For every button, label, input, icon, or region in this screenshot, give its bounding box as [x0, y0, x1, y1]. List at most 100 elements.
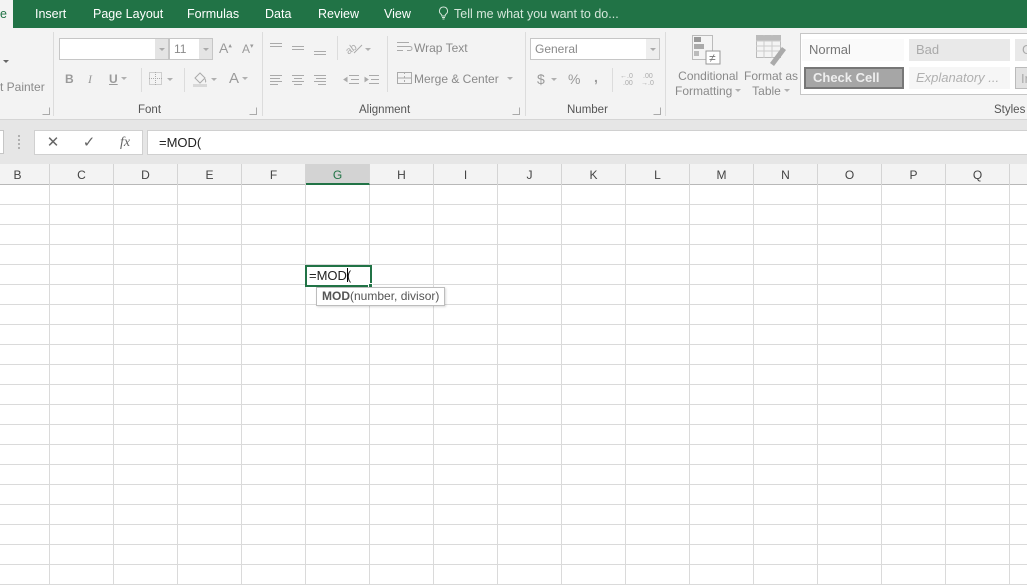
chevron-down-icon[interactable]: [646, 39, 659, 59]
gridline-vertical: [561, 185, 562, 585]
comma-button[interactable]: ,: [594, 69, 598, 85]
column-header-i[interactable]: I: [434, 164, 498, 185]
chevron-down-icon[interactable]: [155, 39, 168, 59]
insert-function-icon[interactable]: fx: [115, 133, 135, 153]
percent-button[interactable]: %: [568, 71, 580, 87]
gridline-horizontal: [0, 424, 1027, 425]
column-header-c[interactable]: C: [50, 164, 114, 185]
number-format-combo[interactable]: General: [530, 38, 660, 60]
tab-data[interactable]: Data: [265, 0, 291, 28]
alignment-launcher-icon[interactable]: [512, 107, 520, 115]
clipboard-launcher-icon[interactable]: [42, 107, 50, 115]
column-header-o[interactable]: O: [818, 164, 882, 185]
number-format-value: General: [535, 42, 578, 56]
separator: [184, 68, 185, 92]
active-cell-G5[interactable]: =MOD(: [305, 265, 372, 287]
font-name-combo[interactable]: [59, 38, 169, 60]
font-size-combo[interactable]: 11: [169, 38, 213, 60]
number-launcher-icon[interactable]: [653, 107, 661, 115]
column-header-e[interactable]: E: [178, 164, 242, 185]
group-separator: [53, 32, 54, 116]
tab-home[interactable]: e: [0, 0, 13, 28]
style-check-cell[interactable]: Check Cell: [804, 67, 904, 89]
group-separator: [665, 32, 666, 116]
chevron-down-icon: [550, 78, 557, 84]
chevron-down-icon: [3, 60, 9, 66]
column-header-k[interactable]: K: [562, 164, 626, 185]
currency-button[interactable]: $: [537, 71, 557, 87]
style-explanatory[interactable]: Explanatory ...: [909, 67, 1010, 89]
grow-font-button[interactable]: A▴: [219, 40, 232, 56]
merge-center-label: Merge & Center: [414, 72, 499, 86]
gridline-vertical: [1009, 185, 1010, 585]
column-header-p[interactable]: P: [882, 164, 946, 185]
conditional-formatting-button[interactable]: Conditional Formatting: [675, 69, 742, 99]
chevron-down-icon: [506, 77, 513, 83]
column-header-b[interactable]: B: [0, 164, 50, 185]
style-input[interactable]: In: [1015, 67, 1027, 89]
column-header-q[interactable]: Q: [946, 164, 1010, 185]
column-header-l[interactable]: L: [626, 164, 690, 185]
tooltip-function-name[interactable]: MOD: [322, 289, 350, 303]
column-header-m[interactable]: M: [690, 164, 754, 185]
tab-view[interactable]: View: [384, 0, 411, 28]
borders-icon: [149, 72, 173, 85]
formula-input[interactable]: =MOD(: [147, 130, 1027, 155]
separator: [141, 68, 142, 92]
tab-review[interactable]: Review: [318, 0, 359, 28]
fill-color-button[interactable]: [192, 70, 220, 93]
font-size-value: 11: [174, 42, 187, 56]
borders-button[interactable]: [149, 72, 175, 91]
gridline-horizontal: [0, 264, 1027, 265]
column-header-h[interactable]: H: [370, 164, 434, 185]
italic-button[interactable]: I: [88, 72, 92, 87]
gridline-vertical: [817, 185, 818, 585]
column-header-f[interactable]: F: [242, 164, 306, 185]
column-header-d[interactable]: D: [114, 164, 178, 185]
gridline-vertical: [497, 185, 498, 585]
chevron-down-icon[interactable]: [199, 39, 212, 59]
wrap-text-button[interactable]: Wrap Text: [397, 41, 468, 55]
tab-page-layout[interactable]: Page Layout: [93, 0, 163, 28]
formula-bar-grip-handle[interactable]: [18, 135, 20, 149]
tell-me-search[interactable]: Tell me what you want to do...: [438, 0, 619, 28]
bold-button[interactable]: B: [65, 72, 74, 86]
separator: [337, 36, 338, 60]
tab-insert[interactable]: Insert: [35, 0, 66, 28]
column-headers: BCDEFGHIJKLMNOPQ: [0, 164, 1027, 185]
shrink-font-button[interactable]: A▾: [242, 42, 254, 56]
active-cell-text: =MOD(: [309, 268, 352, 283]
function-tooltip: MOD(number, divisor): [316, 287, 446, 306]
gridline-vertical: [433, 185, 434, 585]
enter-checkmark-icon[interactable]: ✓: [79, 133, 99, 153]
worksheet-grid[interactable]: =MOD( MOD(number, divisor): [0, 185, 1027, 585]
underline-button[interactable]: U: [109, 72, 127, 86]
column-header-g[interactable]: G: [306, 164, 370, 185]
font-launcher-icon[interactable]: [249, 107, 257, 115]
cancel-icon[interactable]: ✕: [43, 133, 63, 153]
cf-line2: Formatting: [675, 84, 733, 98]
merge-center-button[interactable]: Merge & Center: [397, 72, 513, 86]
style-good[interactable]: G: [1015, 39, 1027, 61]
gridline-horizontal: [0, 304, 1027, 305]
gridline-horizontal: [0, 524, 1027, 525]
style-bad[interactable]: Bad: [909, 39, 1010, 61]
column-header-n[interactable]: N: [754, 164, 818, 185]
tab-formulas[interactable]: Formulas: [187, 0, 239, 28]
alignment-group-label: Alignment: [359, 104, 411, 116]
format-painter-button[interactable]: t Painter: [0, 80, 45, 94]
decimal-buttons[interactable]: ←.0.00 .00→.0: [619, 71, 659, 87]
indent-icons[interactable]: [343, 73, 383, 87]
font-color-button[interactable]: A: [229, 70, 249, 87]
style-normal[interactable]: Normal: [802, 39, 904, 61]
svg-text:→.0: →.0: [641, 80, 654, 87]
column-header-j[interactable]: J: [498, 164, 562, 185]
name-box[interactable]: [0, 130, 4, 154]
orientation-button[interactable]: ab: [344, 40, 372, 61]
gridline-horizontal: [0, 564, 1027, 565]
copy-dropdown[interactable]: [3, 55, 9, 69]
ribbon: t Painter 11 A▴ A▾ B I U A Font ab Wrap …: [0, 28, 1027, 120]
format-as-table-button[interactable]: Format as Table: [744, 69, 798, 99]
gridline-vertical: [689, 185, 690, 585]
gridline-vertical: [113, 185, 114, 585]
